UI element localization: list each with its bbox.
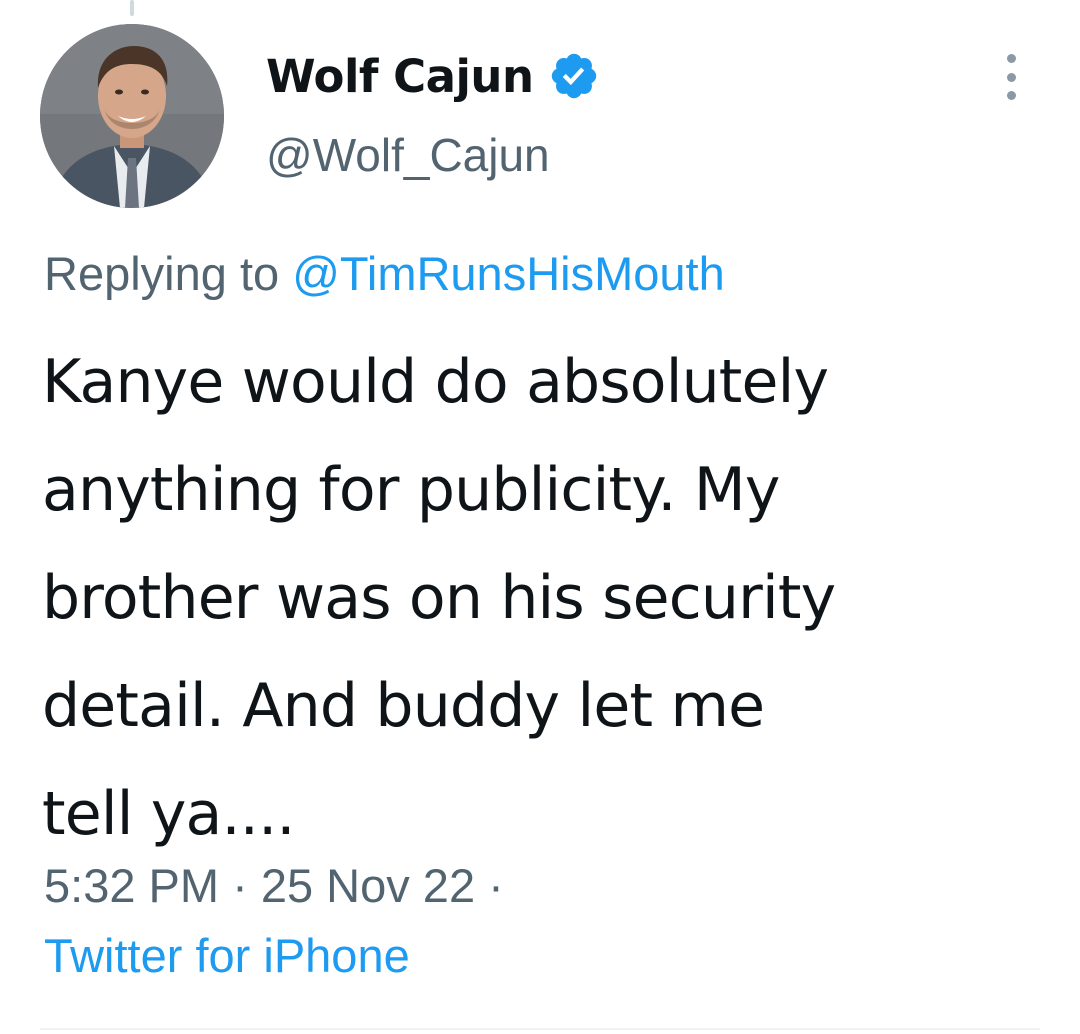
divider [40,1028,1040,1030]
reply-mention-link[interactable]: @TimRunsHisMouth [292,247,725,300]
meta-separator: · [488,859,504,912]
tweet-text-line: detail. And buddy let me [42,671,765,741]
author-display-name[interactable]: Wolf Cajun [266,50,534,103]
tweet-text-line: Kanye would do absolutely [42,347,829,417]
tweet-text: Kanye would do absolutely anything for p… [42,328,1052,868]
tweet-timestamp[interactable]: 5:32 PM · 25 Nov 22 · [44,858,504,913]
more-dot [1006,91,1016,100]
more-dot [1006,72,1016,82]
tweet-time: 5:32 PM [44,859,220,912]
replying-to-label: Replying to [44,247,280,300]
more-dot [1006,54,1016,63]
meta-separator: · [232,859,248,912]
more-options-icon[interactable] [996,54,1026,100]
author-name-row: Wolf Cajun [266,44,600,108]
avatar[interactable] [40,24,224,208]
tweet-text-line: anything for publicity. My [42,455,780,525]
tweet-text-line: tell ya.... [42,779,295,849]
tweet-source-link[interactable]: Twitter for iPhone [44,928,410,983]
replying-to-line: Replying to @TimRunsHisMouth [44,246,725,301]
thread-connector-line [130,0,134,16]
author-handle[interactable]: @Wolf_Cajun [266,128,550,182]
avatar-photo [40,24,224,208]
tweet-text-line: brother was on his security [42,563,836,633]
verified-badge-icon[interactable] [548,50,600,102]
tweet-date: 25 Nov 22 [260,859,476,912]
